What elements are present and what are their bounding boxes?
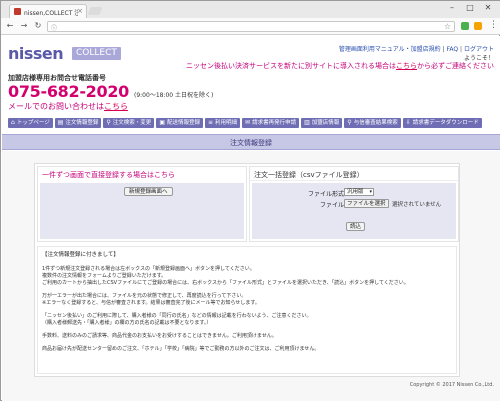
nav-top[interactable]: ⌂ トップページ	[8, 118, 53, 128]
info-line: ご利用のカートから抽出したCSVファイルにてご登録の場合には、右ボックスから「フ…	[42, 280, 409, 286]
nav-order-search[interactable]: ⚲ 注文検索・変更	[103, 118, 155, 128]
reload-icon[interactable]: ↻	[33, 21, 43, 30]
new-tab-button[interactable]	[87, 7, 103, 15]
nav-invoice-reissue[interactable]: ✉ 請求書再発行申請	[242, 118, 300, 128]
notice-text: ニッセン後払い決済サービスを新たに別サイトに導入される場合はこちらから必ずご連絡…	[186, 62, 494, 70]
nav-store-info[interactable]: ▥ 加盟店情報	[301, 118, 343, 128]
business-hours: (9:00～18:00 土日祝を除く)	[134, 92, 214, 99]
page-title: 注文情報登録	[230, 139, 272, 147]
bulk-panel-body: ファイル形式： 汎用版 ▾ ファイル： ファイルを選択 選択されていません 読込	[252, 183, 456, 239]
logo-text: nissen	[8, 44, 64, 63]
extension-icon[interactable]	[474, 22, 482, 30]
document-icon: ▤	[57, 119, 64, 126]
new-register-button[interactable]: 新規登録画面へ	[124, 187, 173, 196]
file-format-select[interactable]: 汎用版 ▾	[344, 188, 374, 196]
info-title: 【注文情報登録に付きまして】	[42, 252, 119, 258]
nav-credit-search[interactable]: ⚲ 与信審査結果検索	[344, 118, 401, 128]
mail-link[interactable]: こちら	[104, 102, 128, 111]
info-line: ※エラーなく登録すると、与信が審査されます。結果は審査完了後にメール等でお知らせ…	[42, 300, 260, 306]
home-icon: ⌂	[11, 119, 15, 126]
nav-invoice-download[interactable]: ⇩ 請求書データダウンロード	[402, 118, 482, 128]
read-button[interactable]: 読込	[346, 222, 366, 231]
direct-panel-heading: 一件ずつ画面で直接登録する場合はこちら	[42, 171, 175, 179]
mail-inquiry: メールでのお問い合わせはこちら	[8, 102, 128, 111]
content-box: 一件ずつ画面で直接登録する場合はこちら 新規登録画面へ 注文一括登録（csvファ…	[34, 163, 460, 377]
bookmark-star-icon[interactable]: ☆	[444, 22, 451, 31]
info-line: 万が一エラーが出た場合には、ファイルを元の状態で修正して、再度読込を行って下さい…	[42, 293, 247, 299]
page-header-band: 注文情報登録	[2, 134, 500, 150]
list-icon: ≡	[208, 119, 214, 126]
logo-badge: COLLECT	[72, 47, 121, 60]
back-icon[interactable]: ←	[5, 21, 15, 30]
footer: Copyright © 2017 Nissen Co.,Ltd.	[2, 379, 500, 401]
bulk-register-panel: 注文一括登録（csvファイル登録） ファイル形式： 汎用版 ▾ ファイル： ファ…	[249, 166, 459, 242]
direct-register-panel: 一件ずつ画面で直接登録する場合はこちら 新規登録画面へ	[37, 166, 247, 242]
browser-toolbar: ← → ↻ ⓘ ☆ ⋮	[1, 18, 500, 35]
info-line: 商品お届け先が配送センター留めのご注文、「ホテル」「学校」「病院」等でご勤務の方…	[42, 346, 320, 352]
browser-titlebar: nissen,COLLECT 注文登録 × – □ ✕	[1, 1, 500, 18]
download-icon: ⇩	[405, 119, 411, 126]
nav-shipping-register[interactable]: ▣ 配送情報登録	[156, 118, 203, 128]
notice-link[interactable]: こちら	[396, 62, 417, 70]
extension-icon[interactable]	[461, 22, 469, 30]
info-line: 1件ずつ新規注文登録される場合は左ボックスの「新規登録画面へ」ボタンを押してくだ…	[42, 266, 255, 272]
maximize-icon[interactable]: □	[463, 3, 477, 12]
nav-usage-details[interactable]: ≡ 利用明細	[205, 118, 241, 128]
manual-link[interactable]: 管理画面利用マニュアル・加盟店規約	[339, 46, 441, 53]
store-icon: ▥	[304, 119, 310, 126]
truck-icon: ▣	[159, 119, 165, 126]
info-line: （購入者様郵送先・「購入者様」の欄の方の氏名の記載は不要となります。）	[42, 320, 212, 326]
mail-icon: ✉	[245, 119, 251, 126]
no-file-text: 選択されていません	[392, 202, 442, 208]
copyright: Copyright © 2017 Nissen Co.,Ltd.	[409, 382, 494, 388]
logout-link[interactable]: ログアウト	[464, 46, 494, 53]
direct-panel-body: 新規登録画面へ	[40, 183, 244, 239]
tab-title: nissen,COLLECT 注文登録	[24, 10, 78, 17]
favicon-icon	[14, 8, 21, 15]
chevron-down-icon: ▾	[369, 189, 372, 195]
minimize-icon[interactable]: –	[445, 3, 459, 12]
browser-menu-icon[interactable]: ⋮	[489, 20, 498, 30]
top-links: 管理画面利用マニュアル・加盟店規約 | FAQ | ログアウト	[338, 46, 494, 53]
close-window-icon[interactable]: ✕	[481, 3, 495, 12]
address-bar[interactable]: ⓘ ☆	[47, 21, 455, 32]
bulk-panel-heading: 注文一括登録（csvファイル登録）	[250, 167, 458, 181]
info-line: 複数件の注文情報をフォームよりご登録いただけます。	[42, 273, 167, 279]
info-line: 手数料、送料のみのご請求等、商品代金のお支払いをお受けすることはできません。ご利…	[42, 333, 277, 339]
search-icon: ⚲	[106, 119, 111, 126]
choose-file-button[interactable]: ファイルを選択	[344, 199, 389, 208]
nav-order-register[interactable]: ▤ 注文情報登録	[54, 118, 102, 128]
info-line: 「ニッセン後払い」のご利用に際して、購入者様の「同行の氏名」などの情報は記載を行…	[42, 313, 312, 319]
search-icon: ⚲	[347, 119, 352, 126]
info-icon: ⓘ	[51, 25, 58, 32]
tab-close-icon[interactable]: ×	[77, 7, 83, 15]
main-area: 一件ずつ画面で直接登録する場合はこちら 新規登録画面へ 注文一括登録（csvファ…	[2, 151, 500, 379]
browser-window: nissen,COLLECT 注文登録 × – □ ✕ ← → ↻ ⓘ ☆ ⋮ …	[0, 0, 500, 401]
nissen-collect-logo[interactable]: nissen COLLECT	[8, 44, 121, 63]
web-page: nissen COLLECT 管理画面利用マニュアル・加盟店規約 | FAQ |…	[2, 36, 500, 401]
main-nav: ⌂ トップページ ▤ 注文情報登録 ⚲ 注文検索・変更 ▣ 配送情報登録 ≡ 利用明細 ✉…	[8, 118, 494, 128]
forward-icon[interactable]: →	[19, 21, 29, 30]
info-box: 【注文情報登録に付きまして】 1件ずつ新規注文登録される場合は左ボックスの「新規…	[37, 246, 457, 374]
browser-tab[interactable]: nissen,COLLECT 注文登録 ×	[9, 4, 87, 18]
phone-number: 075-682-2020	[8, 82, 130, 101]
faq-link[interactable]: FAQ	[447, 46, 459, 53]
